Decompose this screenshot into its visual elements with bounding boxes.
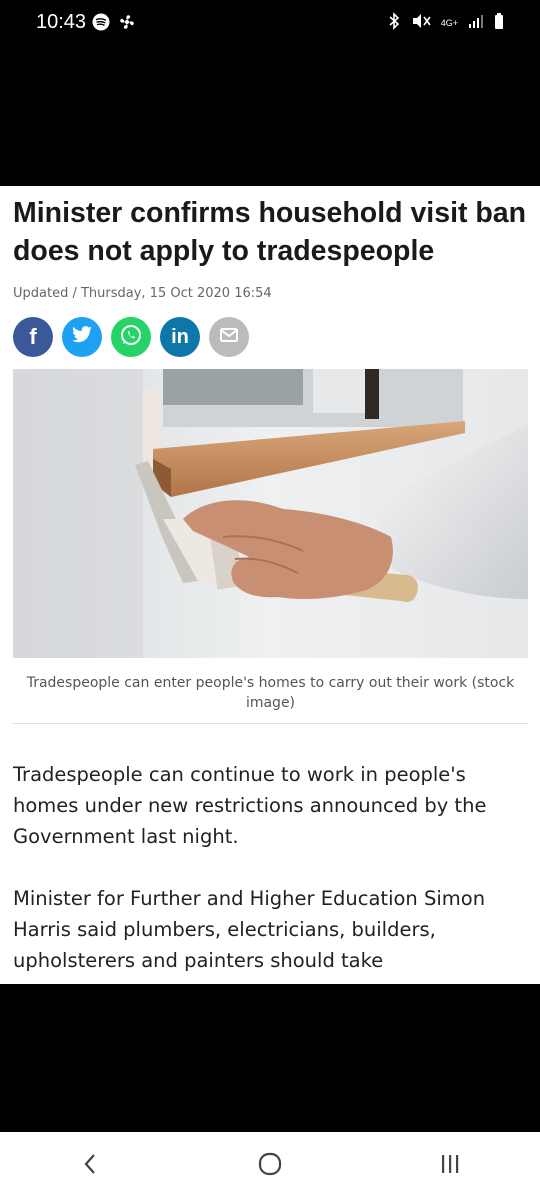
share-buttons: f in [13, 317, 249, 357]
whatsapp-share-button[interactable] [111, 317, 151, 357]
back-button[interactable] [30, 1132, 150, 1200]
twitter-share-button[interactable] [62, 317, 102, 357]
article: Minister confirms household visit ban do… [0, 186, 540, 984]
home-button[interactable] [210, 1132, 330, 1200]
whatsapp-icon [119, 323, 143, 352]
home-circle-icon [257, 1151, 283, 1181]
image-caption: Tradespeople can enter people's homes to… [26, 675, 515, 711]
article-hero-image [13, 369, 528, 658]
bluetooth-icon [387, 12, 401, 34]
article-paragraph: Tradespeople can continue to work in peo… [13, 763, 487, 848]
4g-icon: 4G+ [440, 18, 458, 28]
facebook-share-button[interactable]: f [13, 317, 53, 357]
article-headline: Minister confirms household visit ban do… [13, 197, 527, 267]
mute-icon [411, 12, 431, 34]
linkedin-icon: in [171, 325, 189, 348]
status-time: 10:43 [36, 11, 87, 33]
system-nav-bar [0, 1132, 540, 1200]
facebook-icon: f [29, 324, 37, 349]
recents-bars-icon [438, 1153, 462, 1179]
signal-icon [468, 13, 484, 33]
article-dateline: Updated / Thursday, 15 Oct 2020 16:54 [13, 286, 272, 301]
battery-icon [494, 12, 504, 34]
linkedin-share-button[interactable]: in [160, 317, 200, 357]
status-bar: 10:43 4G+ [0, 0, 540, 48]
email-share-button[interactable] [209, 317, 249, 357]
twitter-icon [71, 325, 93, 349]
fan-icon [118, 13, 136, 35]
recents-button[interactable] [390, 1132, 510, 1200]
email-icon [219, 327, 239, 348]
spotify-icon [92, 13, 110, 35]
back-chevron-icon [82, 1152, 98, 1180]
article-paragraph: Minister for Further and Higher Educatio… [13, 887, 486, 972]
caption-divider [13, 723, 528, 724]
